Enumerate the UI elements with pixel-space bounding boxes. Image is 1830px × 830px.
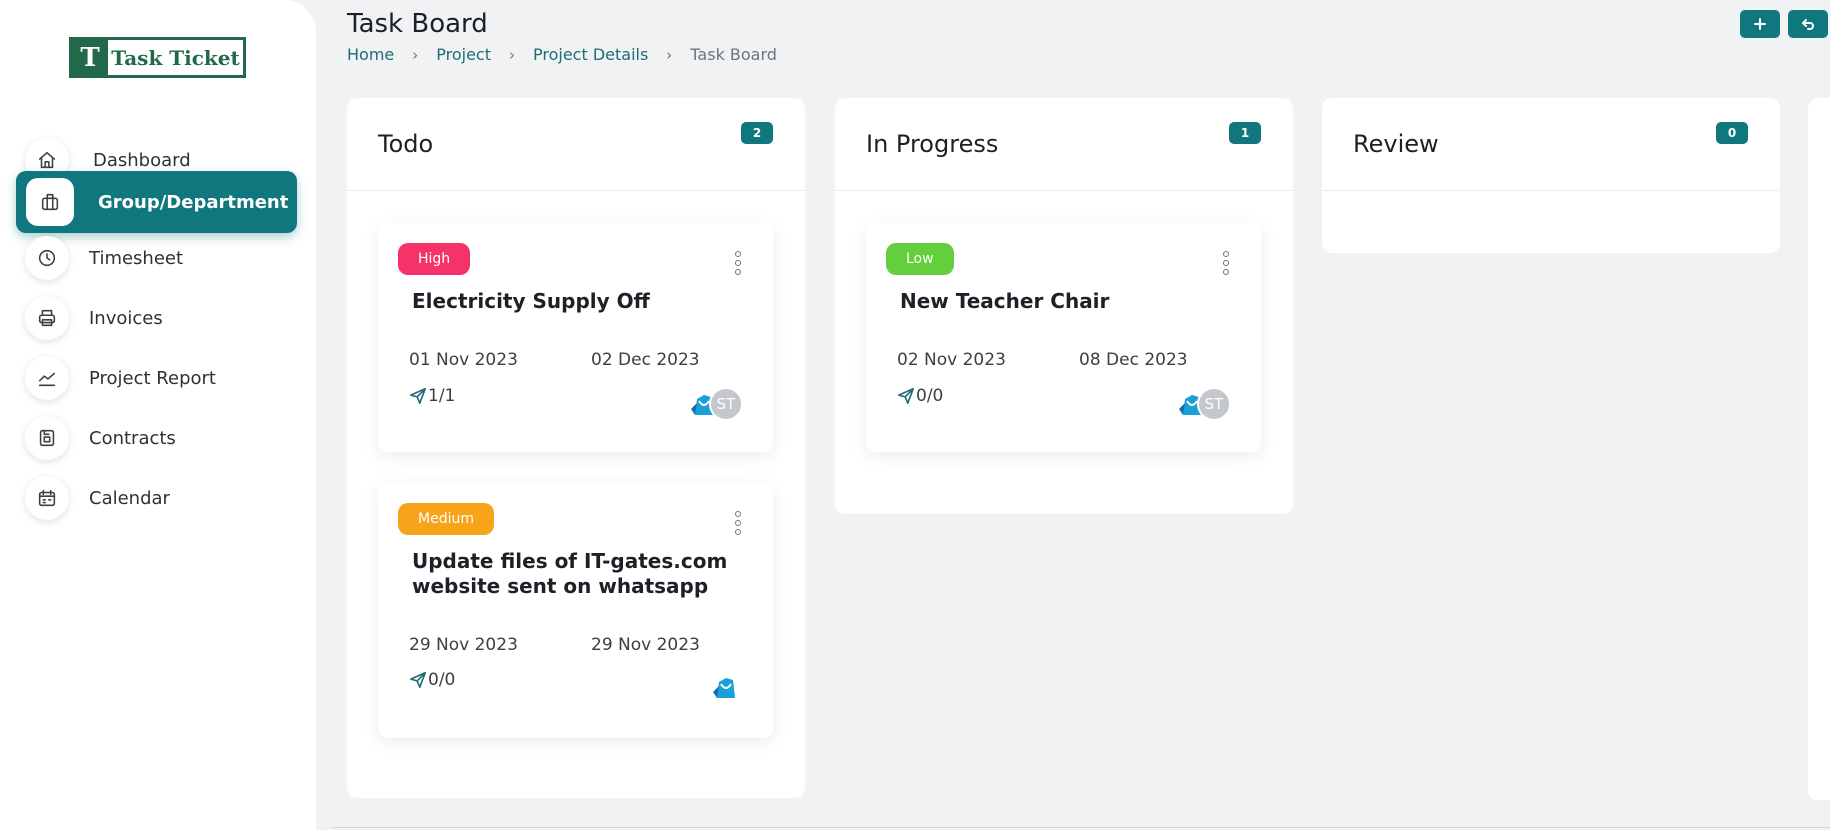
plus-icon <box>1754 18 1766 30</box>
breadcrumb-project-details[interactable]: Project Details <box>533 45 648 64</box>
task-title: New Teacher Chair <box>900 289 1110 313</box>
column-title: Review <box>1353 130 1439 158</box>
sidebar-item-label: Group/Department <box>98 191 289 213</box>
sidebar-item-label: Project Report <box>89 367 216 389</box>
page-title: Task Board <box>347 9 488 39</box>
clock-icon <box>25 236 69 280</box>
priority-badge: Medium <box>398 503 494 535</box>
task-progress-value: 1/1 <box>428 386 456 406</box>
column-title: In Progress <box>866 130 999 158</box>
task-end-date: 29 Nov 2023 <box>591 635 700 655</box>
task-end-date: 08 Dec 2023 <box>1079 350 1188 370</box>
column-in-progress: In Progress 1 Low New Teacher Chair 02 N… <box>835 98 1293 514</box>
task-start-date: 01 Nov 2023 <box>409 350 518 370</box>
chevron-right-icon: › <box>412 45 419 64</box>
column-header: Review 0 <box>1322 98 1780 191</box>
task-title: Electricity Supply Off <box>412 289 650 313</box>
breadcrumb: Home › Project › Project Details › Task … <box>347 45 777 64</box>
logo-mark: T <box>72 40 108 75</box>
printer-icon <box>25 296 69 340</box>
assignee-list: ST <box>1175 387 1231 421</box>
more-options-icon[interactable] <box>731 249 745 277</box>
task-progress: 0/0 <box>897 386 943 406</box>
priority-badge: High <box>398 243 471 275</box>
avatar[interactable]: ST <box>709 387 743 421</box>
send-icon <box>409 671 427 689</box>
next-column-edge <box>1808 98 1830 800</box>
task-card[interactable]: High Electricity Supply Off 01 Nov 2023 … <box>378 223 773 452</box>
document-icon <box>25 416 69 460</box>
column-count-badge: 1 <box>1229 122 1261 144</box>
task-start-date: 29 Nov 2023 <box>409 635 518 655</box>
task-progress-value: 0/0 <box>428 670 456 690</box>
chevron-right-icon: › <box>666 45 673 64</box>
column-header: Todo 2 <box>347 98 805 191</box>
send-icon <box>897 387 915 405</box>
breadcrumb-current: Task Board <box>690 45 777 64</box>
assignee-list: ST <box>687 387 743 421</box>
assignee-list <box>709 670 743 704</box>
chart-line-icon <box>25 356 69 400</box>
task-end-date: 02 Dec 2023 <box>591 350 700 370</box>
sidebar-item-timesheet[interactable]: Timesheet <box>16 227 297 289</box>
logo-name: Task Ticket <box>111 45 240 70</box>
avatar-icon[interactable] <box>709 670 743 704</box>
column-todo: Todo 2 High Electricity Supply Off 01 No… <box>347 98 805 798</box>
more-options-icon[interactable] <box>731 509 745 537</box>
building-icon <box>26 178 74 226</box>
sidebar: T Task Ticket Dashboard Group/Department… <box>0 0 316 830</box>
sidebar-item-contracts[interactable]: Contracts <box>16 407 297 469</box>
calendar-icon <box>25 476 69 520</box>
breadcrumb-home[interactable]: Home <box>347 45 394 64</box>
breadcrumb-project[interactable]: Project <box>436 45 491 64</box>
task-start-date: 02 Nov 2023 <box>897 350 1006 370</box>
sidebar-item-group-department[interactable]: Group/Department <box>16 171 297 233</box>
avatar[interactable]: ST <box>1197 387 1231 421</box>
task-card[interactable]: Medium Update files of IT-gates.com webs… <box>378 483 773 738</box>
sidebar-item-label: Timesheet <box>89 247 184 269</box>
task-progress-value: 0/0 <box>916 386 944 406</box>
sidebar-item-project-report[interactable]: Project Report <box>16 347 297 409</box>
sidebar-item-label: Calendar <box>89 487 170 509</box>
column-title: Todo <box>378 130 434 158</box>
sidebar-item-label: Invoices <box>89 307 163 329</box>
column-count-badge: 0 <box>1716 122 1748 144</box>
undo-icon <box>1802 19 1814 30</box>
chevron-right-icon: › <box>509 45 515 64</box>
task-title: Update files of IT-gates.com website sen… <box>412 549 728 598</box>
task-progress: 0/0 <box>409 670 455 690</box>
send-icon <box>409 387 427 405</box>
column-review: Review 0 <box>1322 98 1780 253</box>
back-button[interactable] <box>1788 10 1828 38</box>
divider <box>332 827 1830 828</box>
more-options-icon[interactable] <box>1219 249 1233 277</box>
sidebar-item-label: Dashboard <box>93 149 191 171</box>
add-task-button[interactable] <box>1740 10 1780 38</box>
sidebar-item-label: Contracts <box>89 427 176 449</box>
task-progress: 1/1 <box>409 386 455 406</box>
sidebar-item-calendar[interactable]: Calendar <box>16 467 297 529</box>
priority-badge: Low <box>886 243 954 275</box>
task-card[interactable]: Low New Teacher Chair 02 Nov 2023 08 Dec… <box>866 223 1261 452</box>
column-count-badge: 2 <box>741 122 773 144</box>
sidebar-item-invoices[interactable]: Invoices <box>16 287 297 349</box>
brand-logo[interactable]: T Task Ticket <box>69 37 246 78</box>
column-header: In Progress 1 <box>835 98 1293 191</box>
